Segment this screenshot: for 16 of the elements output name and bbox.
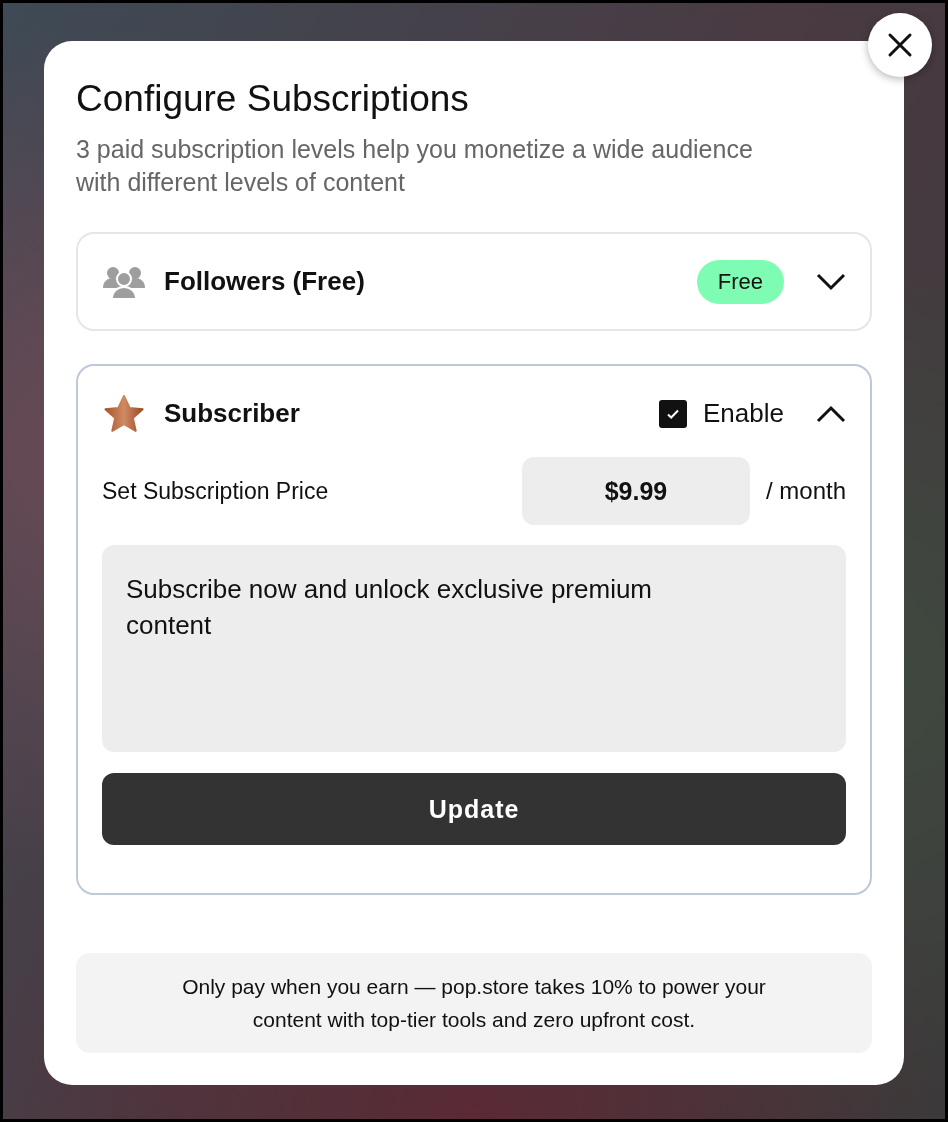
enable-checkbox[interactable]: Enable <box>659 398 784 429</box>
tier-name: Followers (Free) <box>164 266 365 297</box>
update-button[interactable]: Update <box>102 773 846 845</box>
tier-name: Subscriber <box>164 398 300 429</box>
dialog-subtitle: 3 paid subscription levels help you monetize a wide audience with different levels of content <box>76 134 754 198</box>
price-period: / month <box>765 477 846 505</box>
close-icon <box>887 32 913 58</box>
description-field[interactable]: Subscribe now and unlock exclusive premium content <box>102 545 846 752</box>
price-field[interactable]: $9.99 <box>521 457 750 525</box>
collapse-button[interactable] <box>816 404 846 423</box>
fee-note: Only pay when you earn — pop.store takes 10% to power your content with top-tier tools and zero upfront cost. <box>76 953 872 1053</box>
price-badge: Free <box>696 259 784 304</box>
star-icon <box>102 393 146 434</box>
price-label: Set Subscription Price <box>102 477 329 505</box>
dialog-title: Configure Subscriptions <box>76 77 470 121</box>
expand-button[interactable] <box>816 272 846 291</box>
